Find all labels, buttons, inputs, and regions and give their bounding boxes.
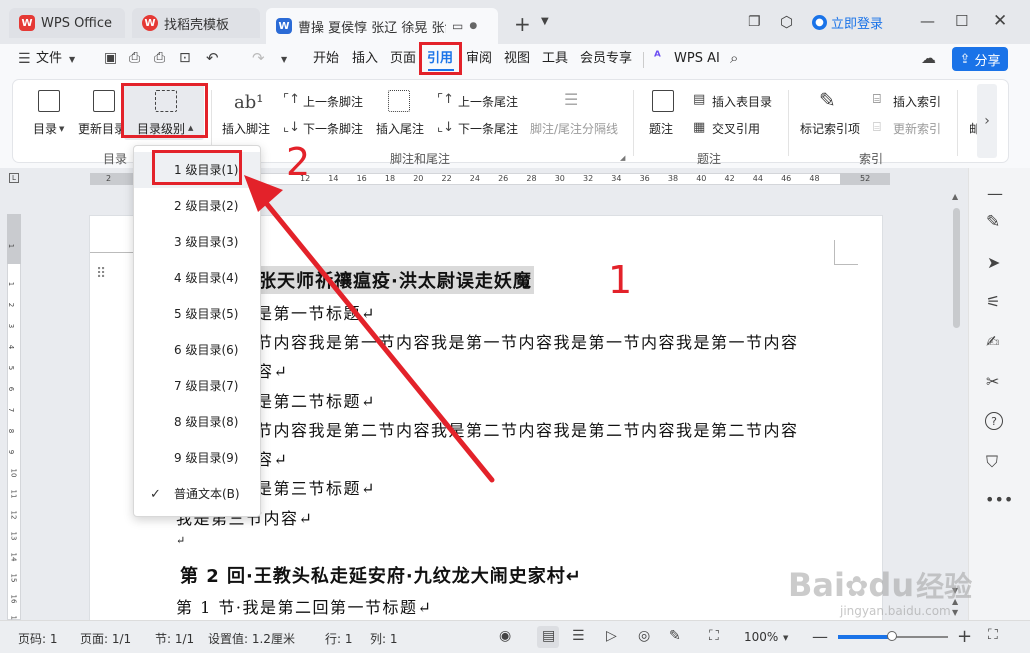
- annotation-arrow: [244, 175, 495, 483]
- arrow-shaft: [259, 195, 495, 483]
- arrow-head: [244, 175, 283, 212]
